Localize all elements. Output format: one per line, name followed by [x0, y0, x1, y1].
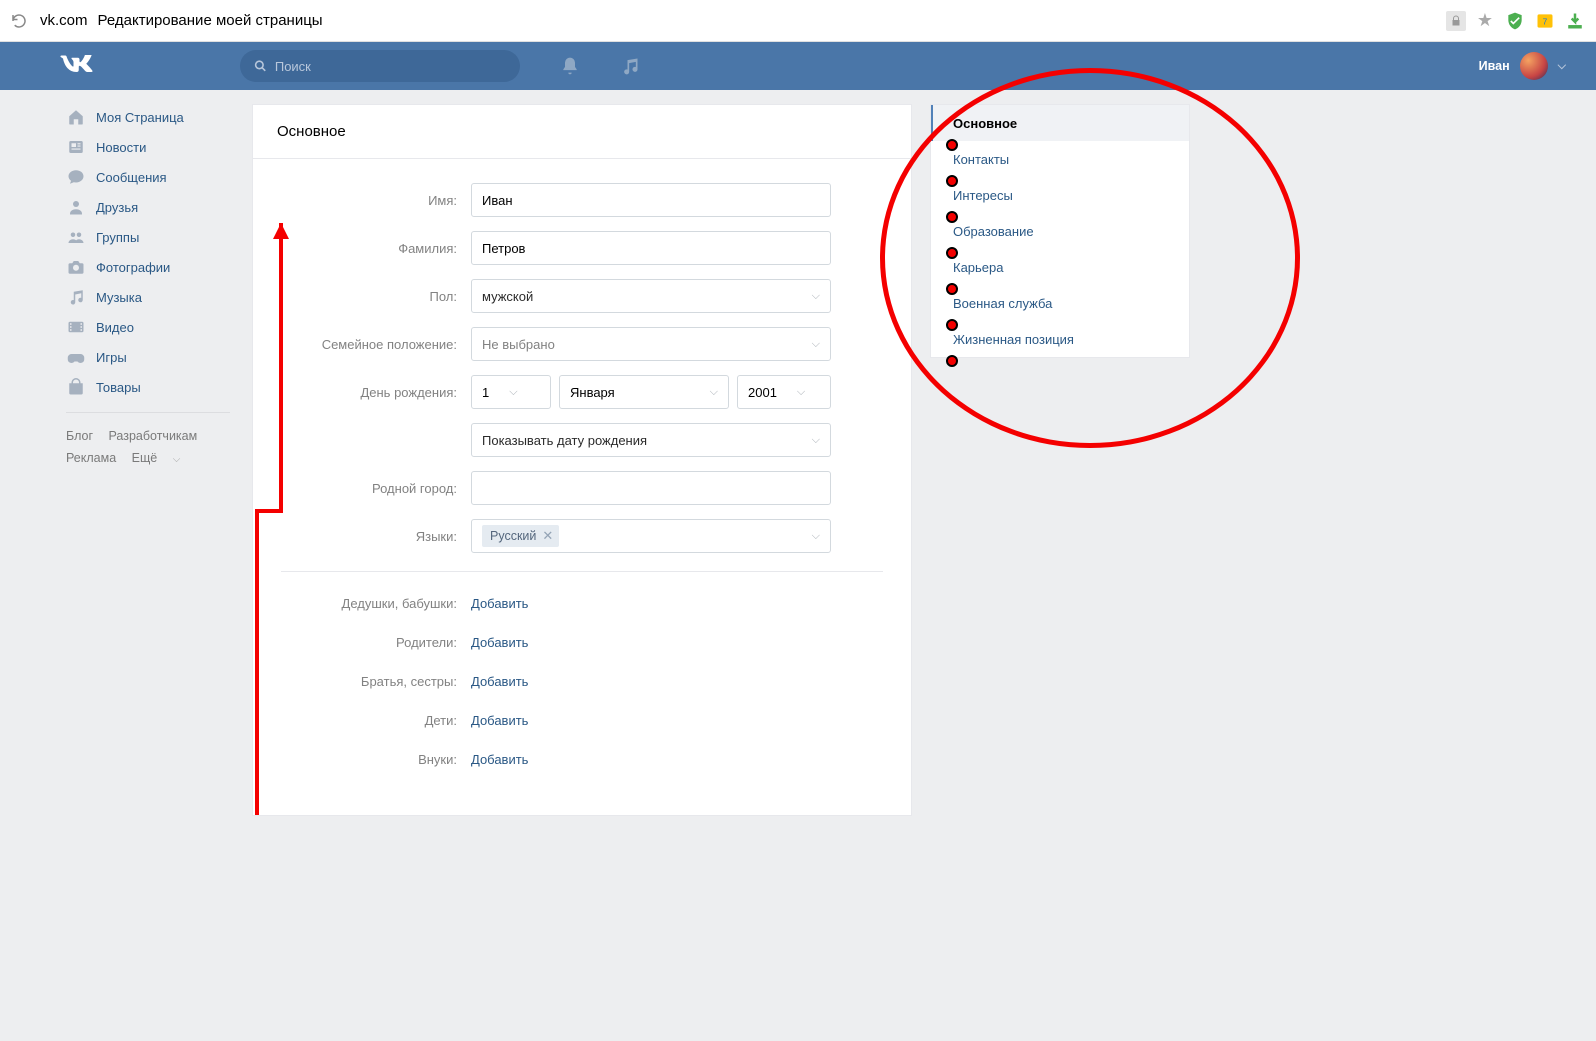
nav-messages[interactable]: Сообщения: [58, 162, 238, 192]
vk-logo[interactable]: [60, 55, 240, 77]
add-grandparents-link[interactable]: Добавить: [471, 596, 528, 611]
bag-icon: [66, 377, 86, 397]
video-icon: [66, 317, 86, 337]
remove-tag-icon[interactable]: ✕: [542, 528, 553, 544]
game-icon: [66, 347, 86, 367]
chevron-down-icon: ⌵: [710, 386, 718, 399]
download-icon[interactable]: [1564, 10, 1586, 32]
chevron-down-icon: ⌵: [509, 386, 517, 399]
add-children-link[interactable]: Добавить: [471, 713, 528, 728]
footer-blog[interactable]: Блог: [66, 429, 93, 443]
chevron-down-icon: ⌵: [797, 386, 805, 399]
tab-contacts[interactable]: Контакты: [931, 141, 1189, 177]
search-input[interactable]: [275, 59, 506, 74]
footer-devs[interactable]: Разработчикам: [109, 429, 198, 443]
birthday-month-select[interactable]: Января⌵: [559, 375, 729, 409]
gender-select[interactable]: мужской⌵: [471, 279, 831, 313]
label-children: Дети:: [281, 713, 471, 728]
reload-icon[interactable]: [10, 12, 28, 30]
label-hometown: Родной город:: [281, 481, 471, 496]
home-icon: [66, 107, 86, 127]
show-birthday-select[interactable]: Показывать дату рождения⌵: [471, 423, 831, 457]
form-divider: [281, 571, 883, 572]
marital-select[interactable]: Не выбрано⌵: [471, 327, 831, 361]
languages-select[interactable]: Русский✕ ⌵: [471, 519, 831, 553]
shield-icon[interactable]: [1504, 10, 1526, 32]
birthday-year-select[interactable]: 2001⌵: [737, 375, 831, 409]
label-birthday: День рождения:: [281, 385, 471, 400]
search-box[interactable]: [240, 50, 520, 82]
nav-divider: [66, 412, 230, 413]
tab-interests[interactable]: Интересы: [931, 177, 1189, 213]
news-icon: [66, 137, 86, 157]
nav-my-page[interactable]: Моя Страница: [58, 102, 238, 132]
music-nav-icon: [66, 287, 86, 307]
browser-extensions: ★ 7: [1446, 10, 1586, 32]
add-grandchildren-link[interactable]: Добавить: [471, 752, 528, 767]
main-content: Основное Имя: Фамилия: Пол: мужской⌵ Сем…: [252, 104, 912, 816]
svg-text:7: 7: [1543, 16, 1548, 26]
tab-life-position[interactable]: Жизненная позиция: [931, 321, 1189, 357]
lock-icon[interactable]: [1446, 11, 1466, 31]
chevron-down-icon: ⌵: [812, 290, 820, 303]
birthday-day-select[interactable]: 1⌵: [471, 375, 551, 409]
notifications-icon[interactable]: [560, 56, 580, 76]
label-languages: Языки:: [281, 529, 471, 544]
first-name-input[interactable]: [482, 193, 820, 208]
tab-military[interactable]: Военная служба: [931, 285, 1189, 321]
label-marital: Семейное положение:: [281, 337, 471, 352]
chat-icon: [66, 167, 86, 187]
chevron-down-icon: ⌵: [812, 530, 820, 543]
chevron-down-icon: ⌵: [812, 434, 820, 447]
url-title: Редактирование моей страницы: [98, 12, 323, 29]
label-grandchildren: Внуки:: [281, 752, 471, 767]
music-icon[interactable]: [620, 56, 640, 76]
label-siblings: Братья, сестры:: [281, 674, 471, 689]
nav-music[interactable]: Музыка: [58, 282, 238, 312]
vk-header: Иван ⌵: [0, 42, 1596, 90]
nav-news[interactable]: Новости: [58, 132, 238, 162]
chevron-down-icon: ⌵: [1558, 60, 1566, 73]
tab-main[interactable]: Основное: [931, 105, 1189, 141]
bookmark-star-icon[interactable]: ★: [1474, 10, 1496, 32]
left-nav: Моя Страница Новости Сообщения Друзья Гр…: [58, 90, 238, 816]
settings-tabs-panel: Основное Контакты Интересы Образование К…: [930, 104, 1190, 816]
label-gender: Пол:: [281, 289, 471, 304]
nav-photos[interactable]: Фотографии: [58, 252, 238, 282]
tab-career[interactable]: Карьера: [931, 249, 1189, 285]
user-menu[interactable]: Иван ⌵: [1479, 52, 1566, 80]
chevron-down-icon: ⌵: [812, 338, 820, 351]
avatar: [1520, 52, 1548, 80]
label-last-name: Фамилия:: [281, 241, 471, 256]
browser-address-bar: vk.com Редактирование моей страницы ★ 7: [0, 0, 1596, 42]
nav-games[interactable]: Игры: [58, 342, 238, 372]
search-icon: [254, 59, 267, 73]
nav-friends[interactable]: Друзья: [58, 192, 238, 222]
nav-footer: Блог Разработчикам Реклама Ещё ⌵: [58, 425, 238, 471]
language-tag: Русский✕: [482, 525, 559, 547]
footer-more[interactable]: Ещё ⌵: [132, 451, 193, 465]
last-name-input[interactable]: [482, 241, 820, 256]
footer-ads[interactable]: Реклама: [66, 451, 116, 465]
camera-icon: [66, 257, 86, 277]
label-parents: Родители:: [281, 635, 471, 650]
tab-education[interactable]: Образование: [931, 213, 1189, 249]
extension-icon[interactable]: 7: [1534, 10, 1556, 32]
add-siblings-link[interactable]: Добавить: [471, 674, 528, 689]
group-icon: [66, 227, 86, 247]
hometown-input[interactable]: [482, 481, 820, 496]
user-icon: [66, 197, 86, 217]
label-first-name: Имя:: [281, 193, 471, 208]
nav-market[interactable]: Товары: [58, 372, 238, 402]
add-parents-link[interactable]: Добавить: [471, 635, 528, 650]
nav-groups[interactable]: Группы: [58, 222, 238, 252]
label-grandparents: Дедушки, бабушки:: [281, 596, 471, 611]
url-domain[interactable]: vk.com: [40, 12, 88, 29]
page-title: Основное: [253, 105, 911, 159]
chevron-down-icon: ⌵: [173, 454, 181, 465]
username: Иван: [1479, 59, 1510, 73]
nav-video[interactable]: Видео: [58, 312, 238, 342]
